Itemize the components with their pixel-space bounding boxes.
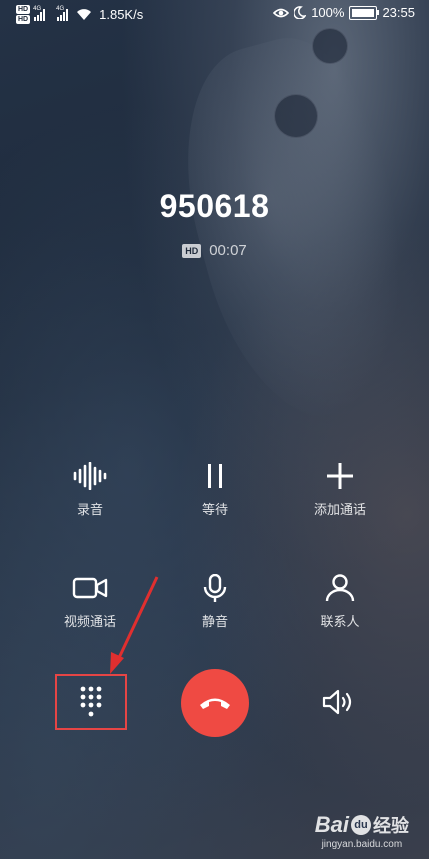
moon-icon bbox=[294, 6, 307, 19]
wallpaper-swirl bbox=[154, 20, 429, 440]
baidu-logo: Bai du 经验 bbox=[314, 812, 409, 837]
hold-label: 等待 bbox=[201, 502, 228, 517]
plus-icon bbox=[327, 463, 353, 489]
network-speed: 1.85K/s bbox=[99, 7, 144, 22]
add-call-label: 添加通话 bbox=[313, 502, 366, 517]
wallpaper-bubble bbox=[274, 94, 318, 138]
contacts-button[interactable]: 联系人 bbox=[285, 574, 395, 630]
hd-volte-icon: HD HD bbox=[16, 5, 31, 24]
watermark-url: jingyan.baidu.com bbox=[321, 839, 403, 850]
microphone-icon bbox=[203, 574, 227, 602]
mute-button[interactable]: 静音 bbox=[160, 574, 270, 630]
battery-icon bbox=[349, 5, 380, 20]
pause-icon bbox=[208, 464, 222, 488]
call-duration-row: HD 00:07 bbox=[0, 242, 429, 259]
phone-number: 950618 bbox=[159, 188, 270, 224]
hangup-icon bbox=[200, 698, 230, 709]
call-duration: 00:07 bbox=[209, 242, 247, 259]
contacts-label: 联系人 bbox=[320, 614, 360, 629]
clock: 23:55 bbox=[382, 5, 415, 20]
record-button[interactable]: 录音 bbox=[35, 462, 145, 518]
video-camera-icon bbox=[72, 577, 108, 599]
hd-call-badge: HD bbox=[182, 243, 202, 258]
hold-button[interactable]: 等待 bbox=[160, 462, 270, 518]
wallpaper-bubble bbox=[312, 28, 348, 64]
dialpad-button[interactable] bbox=[55, 674, 127, 730]
record-label: 录音 bbox=[76, 502, 103, 517]
end-call-button[interactable] bbox=[181, 669, 249, 737]
person-icon bbox=[325, 574, 355, 602]
waveform-icon bbox=[73, 462, 107, 490]
video-call-button[interactable]: 视频通话 bbox=[35, 574, 145, 630]
add-call-button[interactable]: 添加通话 bbox=[285, 462, 395, 518]
video-call-label: 视频通话 bbox=[63, 614, 116, 629]
wifi-icon bbox=[77, 9, 92, 20]
signal-icon: 4G bbox=[33, 6, 46, 21]
battery-percent: 100% bbox=[311, 5, 345, 20]
mute-label: 静音 bbox=[201, 614, 228, 629]
status-bar: HD HD 4G 4G 1.85K/s 100% 23:55 bbox=[0, 0, 429, 30]
dialpad-icon bbox=[80, 686, 102, 717]
baidu-jingyan-watermark: Bai du 经验 jingyan.baidu.com bbox=[315, 812, 409, 850]
paw-icon: du bbox=[351, 815, 371, 835]
signal-icon-sim2: 4G bbox=[56, 6, 69, 21]
speaker-button[interactable] bbox=[314, 684, 364, 720]
eye-icon bbox=[273, 8, 290, 17]
speaker-icon bbox=[322, 689, 352, 715]
